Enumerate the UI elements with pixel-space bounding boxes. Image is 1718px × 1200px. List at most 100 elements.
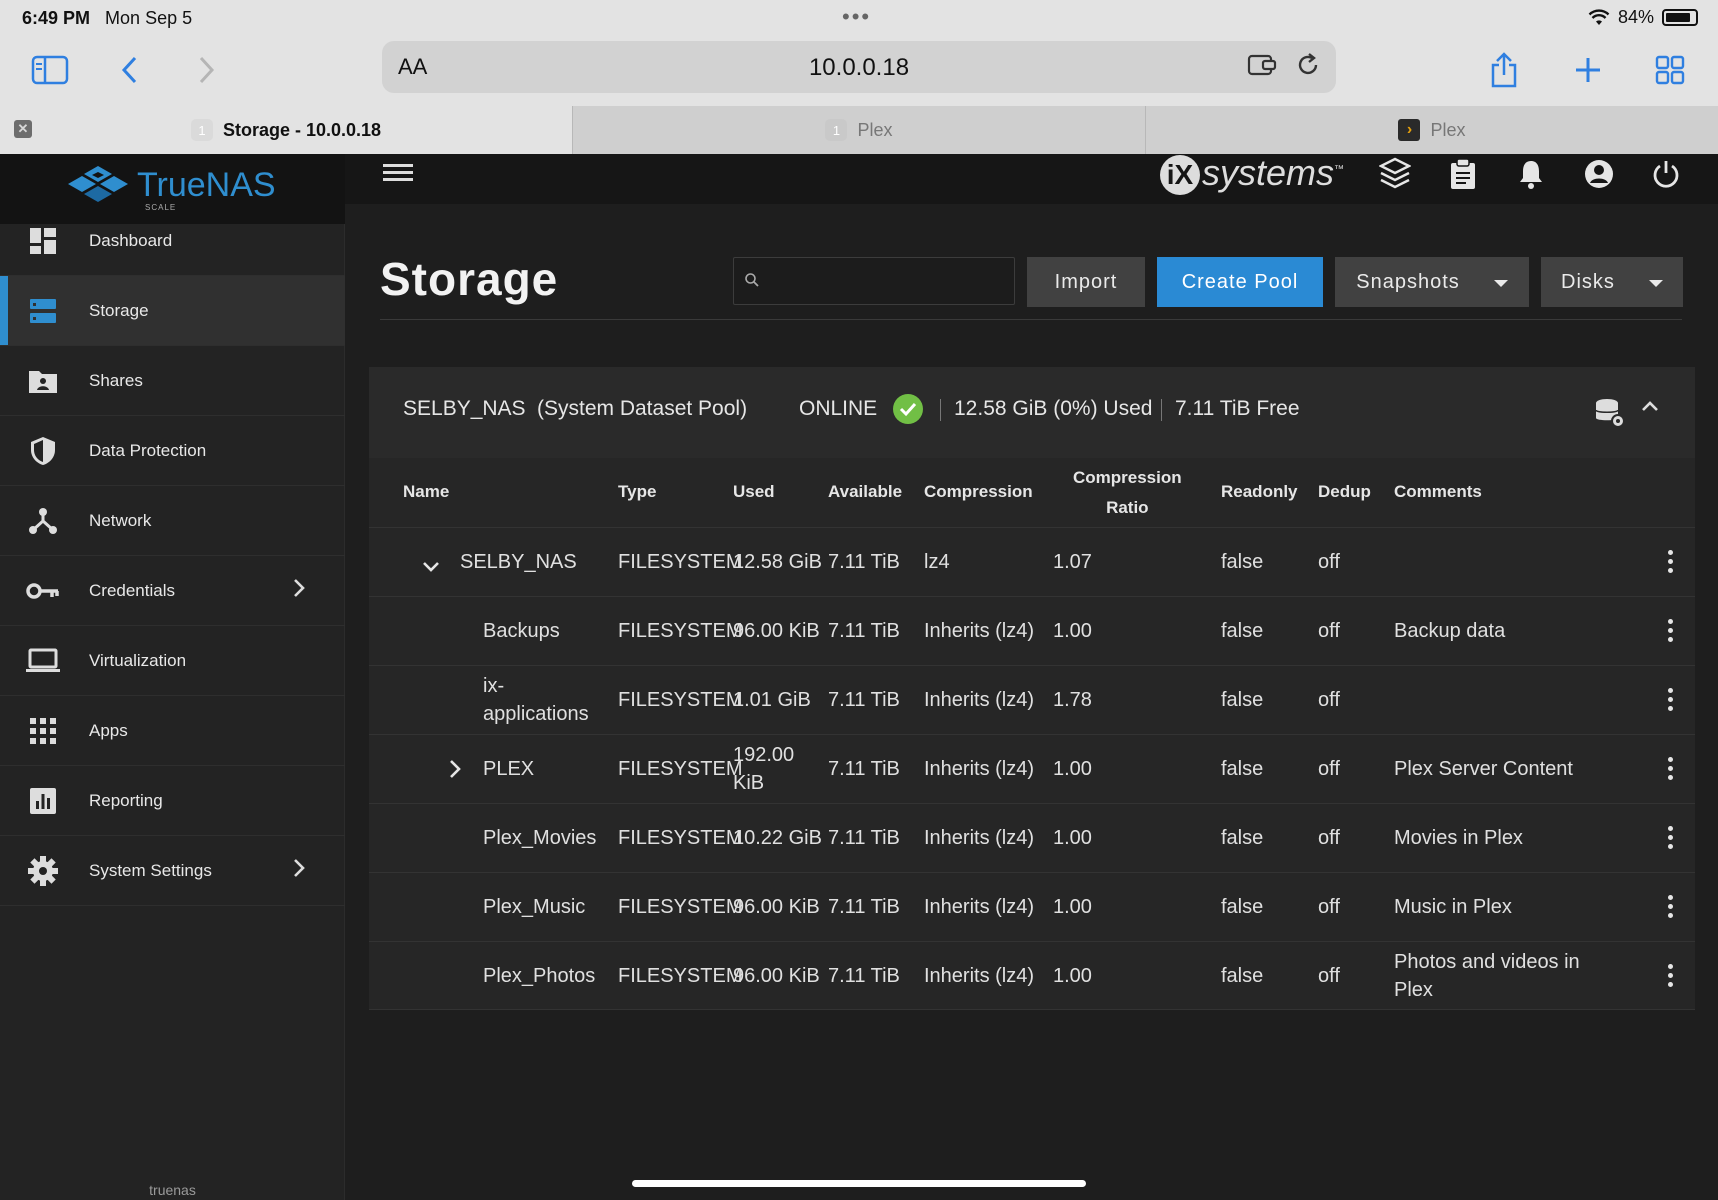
extension-icon[interactable] (1246, 51, 1278, 86)
pool-name: SELBY_NAS (403, 397, 526, 420)
tab-favicon: 1 (190, 119, 213, 141)
cell-dedup: off (1318, 758, 1340, 780)
cell-name: Plex_Music (483, 896, 586, 918)
sidebar-item-network[interactable]: Network (0, 486, 345, 556)
col-header-name[interactable]: Name (403, 482, 449, 502)
pool-free: 7.11 TiB Free (1175, 397, 1300, 420)
sidebar-item-reporting[interactable]: Reporting (0, 766, 345, 836)
plex-favicon-icon: › (1398, 119, 1421, 141)
chevron-down-icon[interactable] (421, 554, 441, 580)
account-icon[interactable] (1579, 154, 1619, 194)
col-header-type[interactable]: Type (618, 482, 656, 502)
forward-icon[interactable] (184, 48, 228, 92)
sidebar-toggle-icon[interactable] (28, 48, 72, 92)
browser-toolbar: AA 10.0.0.18 (0, 36, 1718, 106)
cell-available: 7.11 TiB (828, 620, 900, 642)
close-tab-icon[interactable]: ✕ (14, 120, 32, 138)
cell-readonly: false (1221, 551, 1264, 573)
battery-icon (1662, 9, 1698, 26)
tab-overview-icon[interactable] (1648, 48, 1692, 92)
row-actions-kebab-icon[interactable] (1665, 964, 1675, 990)
network-icon (26, 504, 60, 538)
home-indicator[interactable] (632, 1180, 1086, 1187)
table-row[interactable]: Backups FILESYSTEM 96.00 KiB 7.11 TiB In… (369, 596, 1695, 665)
row-actions-kebab-icon[interactable] (1665, 895, 1675, 921)
tab-plex-1[interactable]: 1 Plex (572, 106, 1145, 154)
col-header-used[interactable]: Used (733, 482, 775, 502)
cell-available: 7.11 TiB (828, 758, 900, 780)
col-header-comments[interactable]: Comments (1394, 482, 1482, 502)
multitasking-dots-icon[interactable]: ••• (842, 4, 871, 30)
divider (1161, 399, 1162, 421)
sidebar-item-credentials[interactable]: Credentials (0, 556, 345, 626)
chevron-right-icon (292, 857, 306, 885)
sidebar-item-system-settings[interactable]: System Settings (0, 836, 345, 906)
search-field[interactable] (733, 257, 1015, 305)
cell-available: 7.11 TiB (828, 689, 900, 711)
collapse-chevron-up-icon[interactable] (1640, 395, 1660, 419)
row-actions-kebab-icon[interactable] (1665, 757, 1675, 783)
sidebar-item-virtualization[interactable]: Virtualization (0, 626, 345, 696)
row-actions-kebab-icon[interactable] (1665, 550, 1675, 576)
col-header-compression[interactable]: Compression (924, 482, 1033, 502)
search-icon (745, 273, 759, 287)
cell-used: 96.00 KiB (733, 896, 820, 918)
title-divider (380, 319, 1682, 320)
power-icon[interactable] (1646, 154, 1686, 194)
table-row[interactable]: Plex_Music FILESYSTEM 96.00 KiB 7.11 TiB… (369, 872, 1695, 941)
reload-icon[interactable] (1294, 51, 1322, 86)
disks-dropdown-button[interactable]: Disks (1541, 257, 1683, 307)
notifications-bell-icon[interactable] (1511, 154, 1551, 194)
cell-readonly: false (1221, 689, 1264, 711)
create-pool-button[interactable]: Create Pool (1157, 257, 1323, 307)
col-header-ratio[interactable]: Compression Ratio (1073, 468, 1182, 518)
table-row[interactable]: Plex_Movies FILESYSTEM 10.22 GiB 7.11 Ti… (369, 803, 1695, 872)
sidebar-item-dashboard[interactable]: Dashboard (0, 206, 345, 276)
table-row[interactable]: ix-applications FILESYSTEM 1.01 GiB 7.11… (369, 665, 1695, 734)
snapshots-dropdown-button[interactable]: Snapshots (1335, 257, 1529, 307)
cell-ratio: 1.00 (1053, 827, 1092, 849)
row-actions-kebab-icon[interactable] (1665, 688, 1675, 714)
shares-folder-icon (26, 364, 60, 398)
cell-dedup: off (1318, 827, 1340, 849)
share-icon[interactable] (1482, 48, 1526, 92)
search-input[interactable] (770, 266, 1006, 296)
chevron-right-icon[interactable] (448, 759, 462, 785)
cell-available: 7.11 TiB (828, 965, 900, 987)
sidebar-item-label: Dashboard (89, 230, 173, 250)
row-actions-kebab-icon[interactable] (1665, 619, 1675, 645)
sidebar-item-data-protection[interactable]: Data Protection (0, 416, 345, 486)
sidebar-item-shares[interactable]: Shares (0, 346, 345, 416)
task-manager-clipboard-icon[interactable] (1443, 154, 1483, 194)
col-header-dedup[interactable]: Dedup (1318, 482, 1371, 502)
ios-status-bar: 6:49 PM Mon Sep 5 ••• 84% (0, 0, 1718, 36)
cell-comments: Backup data (1394, 620, 1506, 642)
tab-storage[interactable]: ✕ 1 Storage - 10.0.0.18 (0, 106, 572, 154)
new-tab-icon[interactable] (1566, 48, 1610, 92)
url-text[interactable]: 10.0.0.18 (382, 54, 1336, 82)
row-actions-kebab-icon[interactable] (1665, 826, 1675, 852)
truecommand-icon[interactable] (1375, 154, 1415, 194)
cell-name: SELBY_NAS (460, 551, 577, 573)
sidebar-item-label: Virtualization (89, 650, 187, 670)
menu-toggle-icon[interactable] (383, 160, 413, 186)
sidebar-item-storage[interactable]: Storage (0, 276, 345, 346)
cell-used: 96.00 KiB (733, 620, 820, 642)
address-bar[interactable]: AA 10.0.0.18 (382, 41, 1336, 93)
col-header-readonly[interactable]: Readonly (1221, 482, 1298, 502)
pool-options-icon[interactable] (1594, 397, 1626, 435)
sidebar-item-apps[interactable]: Apps (0, 696, 345, 766)
table-row[interactable]: PLEX FILESYSTEM 192.00 KiB 7.11 TiB Inher… (369, 734, 1695, 803)
cell-compression: Inherits (lz4) (924, 827, 1035, 849)
back-icon[interactable] (108, 48, 152, 92)
ixsystems-logo[interactable]: iX systems™ (1160, 152, 1344, 196)
import-button[interactable]: Import (1027, 257, 1145, 307)
cell-available: 7.11 TiB (828, 827, 900, 849)
tab-plex-2[interactable]: › Plex (1145, 106, 1718, 154)
table-row[interactable]: SELBY_NAS FILESYSTEM 12.58 GiB 7.11 TiB … (369, 527, 1695, 596)
col-header-available[interactable]: Available (828, 482, 902, 502)
cell-ratio: 1.00 (1053, 896, 1092, 918)
table-row[interactable]: Plex_Photos FILESYSTEM 96.00 KiB 7.11 Ti… (369, 941, 1695, 1010)
reporting-chart-icon (26, 784, 60, 818)
pool-header: SELBY_NAS (System Dataset Pool) ONLINE 1… (369, 367, 1695, 458)
